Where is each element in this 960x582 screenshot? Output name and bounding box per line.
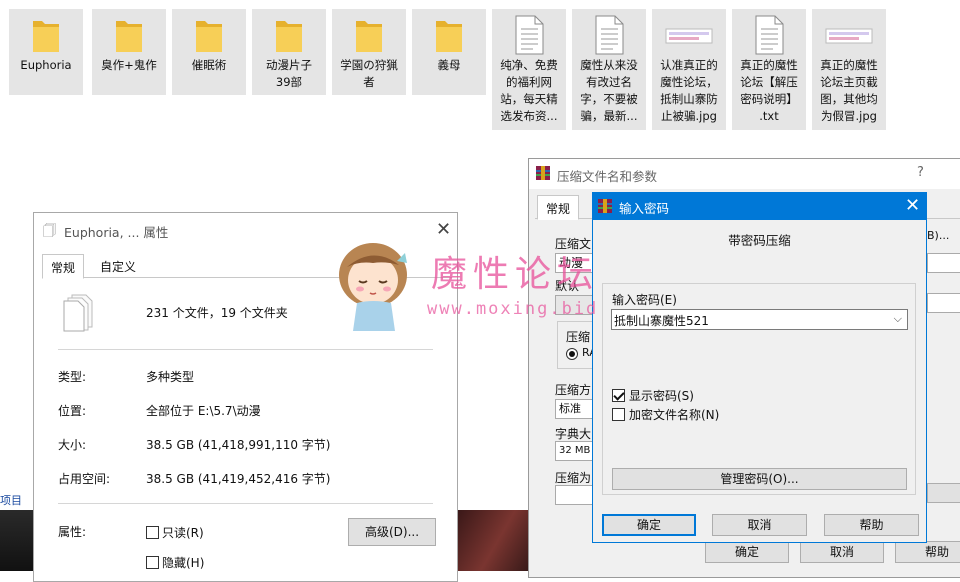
- options-select[interactable]: [927, 293, 960, 313]
- location-label: 位置:: [58, 404, 87, 418]
- archive-cancel-button[interactable]: 取消: [800, 541, 884, 563]
- file-count-summary: 231 个文件，19 个文件夹: [146, 306, 288, 320]
- password-title: 输入密码: [619, 201, 670, 216]
- file-name: Euphoria: [20, 58, 72, 72]
- folder-item[interactable]: 学園の狩猟 者: [332, 9, 406, 95]
- desktop-background-image: [458, 510, 538, 571]
- winrar-icon: [535, 165, 551, 181]
- cancel-button[interactable]: 取消: [712, 514, 807, 536]
- watermark-name: 魔性论坛: [431, 254, 600, 295]
- file-name: 纯净、免费 的福利网 站，每天精 选发布资...: [500, 58, 558, 123]
- file-item[interactable]: 魔性从来没 有改过名 字，不要被 骗，最新...: [572, 9, 646, 130]
- type-value: 多种类型: [146, 370, 195, 384]
- location-value: 全部位于 E:\5.7\动漫: [146, 404, 261, 418]
- divider: [58, 503, 433, 504]
- document-icon: [513, 15, 545, 58]
- tab-general[interactable]: 常规: [42, 254, 85, 279]
- watermark-url: www.moxing.bid: [427, 299, 599, 319]
- files-icon: 🗍: [43, 224, 56, 239]
- set-password-button-partial[interactable]: [927, 483, 960, 503]
- file-item[interactable]: 认准真正的 魔性论坛， 抵制山寨防 止被骗.jpg: [652, 9, 726, 130]
- file-name: 臭作+鬼作: [101, 58, 157, 72]
- winrar-icon: [597, 198, 613, 214]
- status-items-label: 项目: [0, 494, 22, 507]
- rar-radio[interactable]: [566, 348, 578, 360]
- folder-icon: [194, 15, 224, 58]
- watermark: 魔性论坛 www.moxing.bid: [335, 235, 635, 335]
- properties-title: Euphoria, ... 属性: [64, 225, 169, 240]
- folder-icon: [114, 15, 144, 58]
- hidden-checkbox[interactable]: [146, 556, 159, 569]
- document-icon: [753, 15, 785, 58]
- split-volumes-label: 压缩为: [555, 471, 592, 485]
- image-file-icon: [824, 15, 874, 58]
- password-titlebar[interactable]: 输入密码 ✕: [593, 193, 926, 220]
- folder-icon: [434, 15, 464, 58]
- size-label: 大小:: [58, 438, 87, 452]
- help-button[interactable]: 帮助: [824, 514, 919, 536]
- readonly-checkbox[interactable]: [146, 526, 159, 539]
- folder-item[interactable]: 催眠術: [172, 9, 246, 95]
- encrypt-filenames-label: 加密文件名称(N): [629, 408, 720, 422]
- attributes-label: 属性:: [58, 525, 87, 539]
- folder-item[interactable]: 義母: [412, 9, 486, 95]
- file-name: 真正的魔性 论坛【解压 密码说明】 .txt: [740, 58, 798, 123]
- tab-general[interactable]: 常规: [537, 195, 580, 220]
- size-on-disk-value: 38.5 GB (41,419,452,416 字节): [146, 472, 331, 486]
- advanced-button[interactable]: 高级(D)...: [348, 518, 436, 546]
- password-dialog: 输入密码 ✕ 带密码压缩 输入密码(E) 抵制山寨魔性521 ⌵ 显示密码(S)…: [592, 192, 927, 543]
- mascot-icon: [335, 235, 415, 338]
- dictionary-size-select[interactable]: 32 MB: [555, 441, 595, 461]
- tab-custom[interactable]: 自定义: [92, 254, 144, 278]
- readonly-label: 只读(R): [162, 526, 204, 540]
- help-icon[interactable]: ?: [917, 165, 924, 180]
- folder-item[interactable]: Euphoria: [9, 9, 83, 95]
- compression-method-select[interactable]: 标准: [555, 399, 595, 419]
- browse-button-partial[interactable]: B)...: [927, 229, 949, 242]
- close-icon[interactable]: ✕: [905, 196, 920, 216]
- image-file-icon: [664, 15, 714, 58]
- size-on-disk-label: 占用空间:: [58, 472, 111, 486]
- folder-icon: [274, 15, 304, 58]
- update-mode-select[interactable]: [927, 253, 960, 273]
- password-input[interactable]: 抵制山寨魔性521 ⌵: [611, 309, 908, 330]
- archive-title: 压缩文件名和参数: [557, 169, 658, 184]
- file-item[interactable]: 纯净、免费 的福利网 站，每天精 选发布资...: [492, 9, 566, 130]
- manage-passwords-button[interactable]: 管理密码(O)...: [612, 468, 907, 490]
- split-volumes-input[interactable]: [555, 485, 595, 505]
- hidden-label: 隐藏(H): [162, 556, 205, 570]
- compression-method-label: 压缩方: [555, 383, 592, 397]
- file-item[interactable]: 真正的魔性 论坛主页截 图，其他均 为假冒.jpg: [812, 9, 886, 130]
- encrypt-filenames-checkbox[interactable]: [612, 408, 625, 421]
- show-password-label: 显示密码(S): [629, 389, 694, 403]
- folder-icon: [354, 15, 384, 58]
- file-name: 真正的魔性 论坛主页截 图，其他均 为假冒.jpg: [820, 58, 878, 123]
- archive-ok-button[interactable]: 确定: [705, 541, 789, 563]
- size-value: 38.5 GB (41,418,991,110 字节): [146, 438, 331, 452]
- folder-item[interactable]: 臭作+鬼作: [92, 9, 166, 95]
- dictionary-size-label: 字典大: [555, 427, 592, 441]
- ok-button[interactable]: 确定: [602, 514, 696, 536]
- file-name: 认准真正的 魔性论坛， 抵制山寨防 止被骗.jpg: [660, 58, 718, 123]
- file-name: 魔性从来没 有改过名 字，不要被 骗，最新...: [580, 58, 638, 123]
- file-name: 催眠術: [191, 58, 227, 72]
- file-name: 義母: [437, 58, 461, 72]
- file-name: 学園の狩猟 者: [340, 58, 398, 89]
- password-heading: 带密码压缩: [728, 233, 791, 248]
- divider: [58, 349, 433, 350]
- folder-item[interactable]: 动漫片子 39部: [252, 9, 326, 95]
- archive-titlebar[interactable]: 压缩文件名和参数 ?: [529, 159, 960, 189]
- file-name: 动漫片子 39部: [266, 58, 312, 89]
- archive-help-button[interactable]: 帮助: [895, 541, 960, 563]
- folder-icon: [31, 15, 61, 58]
- file-item[interactable]: 真正的魔性 论坛【解压 密码说明】 .txt: [732, 9, 806, 130]
- multiple-files-icon: [62, 293, 94, 333]
- show-password-checkbox[interactable]: [612, 389, 625, 402]
- document-icon: [593, 15, 625, 58]
- chevron-down-icon[interactable]: ⌵: [894, 312, 902, 326]
- type-label: 类型:: [58, 370, 87, 384]
